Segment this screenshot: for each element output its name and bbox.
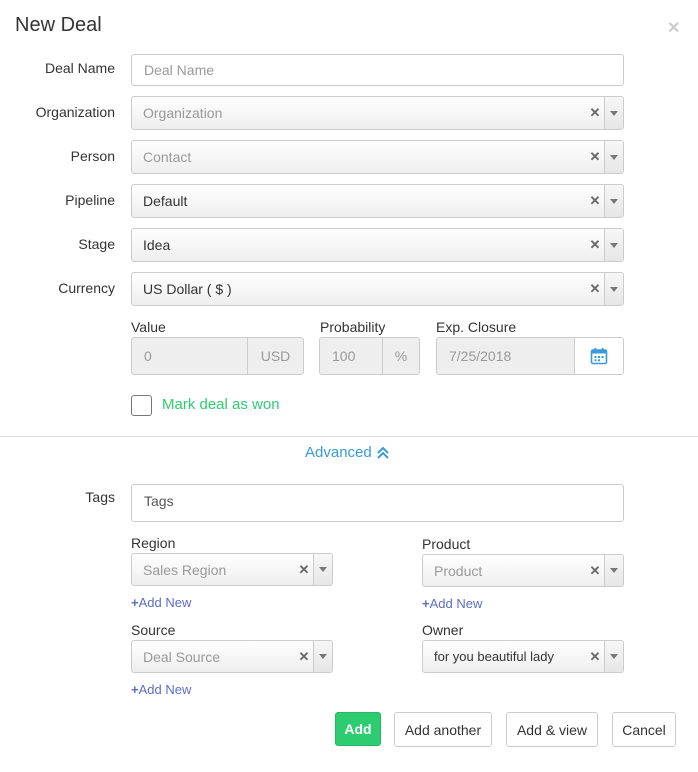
- probability-label: Probability: [320, 319, 386, 335]
- chevron-down-icon[interactable]: [313, 554, 332, 585]
- add-another-button[interactable]: Add another: [394, 712, 492, 747]
- source-select[interactable]: Deal Source ✕: [131, 640, 333, 673]
- value-input[interactable]: 0: [131, 337, 248, 375]
- organization-label: Organization: [35, 104, 115, 120]
- plus-icon: +: [422, 596, 430, 611]
- chevron-down-icon[interactable]: [604, 185, 623, 217]
- clear-icon[interactable]: ✕: [586, 105, 604, 121]
- person-select[interactable]: Contact ✕: [131, 140, 624, 174]
- chevron-down-icon[interactable]: [604, 141, 623, 173]
- exp-closure-input[interactable]: 7/25/2018: [436, 337, 576, 375]
- exp-closure-label: Exp. Closure: [436, 319, 517, 335]
- exp-closure-text: 7/25/2018: [449, 348, 512, 364]
- clear-icon[interactable]: ✕: [295, 649, 313, 665]
- clear-icon[interactable]: ✕: [586, 237, 604, 253]
- product-add-new-link[interactable]: +Add New: [422, 596, 482, 611]
- plus-icon: +: [131, 682, 139, 697]
- clear-icon[interactable]: ✕: [586, 649, 604, 665]
- deal-name-label: Deal Name: [44, 60, 115, 76]
- probability-input[interactable]: 100: [319, 337, 383, 375]
- value-text: 0: [144, 348, 152, 364]
- pipeline-select[interactable]: Default ✕: [131, 184, 624, 218]
- deal-name-input[interactable]: Deal Name: [131, 54, 624, 86]
- pipeline-value: Default: [143, 193, 188, 209]
- organization-placeholder: Organization: [143, 105, 223, 121]
- source-placeholder: Deal Source: [143, 648, 221, 665]
- chevron-down-icon[interactable]: [604, 229, 623, 261]
- person-placeholder: Contact: [143, 149, 192, 165]
- person-label: Person: [70, 148, 115, 164]
- product-label: Product: [422, 536, 471, 552]
- pipeline-label: Pipeline: [65, 192, 115, 208]
- value-currency-addon: USD: [247, 337, 304, 375]
- region-placeholder: Sales Region: [143, 561, 227, 578]
- calendar-button[interactable]: [574, 337, 624, 375]
- calendar-icon: [590, 347, 608, 365]
- region-add-new-link[interactable]: +Add New: [131, 595, 191, 610]
- stage-value: Idea: [143, 237, 171, 253]
- product-select[interactable]: Product ✕: [422, 554, 624, 587]
- probability-percent-addon: %: [382, 337, 420, 375]
- plus-icon: +: [131, 595, 139, 610]
- source-label: Source: [131, 622, 176, 638]
- tags-input[interactable]: Tags: [131, 484, 624, 522]
- advanced-label: Advanced: [305, 444, 372, 461]
- clear-icon[interactable]: ✕: [586, 281, 604, 297]
- clear-icon[interactable]: ✕: [586, 193, 604, 209]
- currency-select[interactable]: US Dollar ( $ ) ✕: [131, 272, 624, 306]
- currency-label: Currency: [58, 280, 115, 296]
- chevron-down-icon[interactable]: [313, 641, 332, 672]
- stage-select[interactable]: Idea ✕: [131, 228, 624, 262]
- tags-placeholder: Tags: [144, 493, 174, 509]
- owner-label: Owner: [422, 622, 464, 638]
- advanced-toggle[interactable]: Advanced: [305, 444, 390, 461]
- value-label: Value: [131, 319, 166, 335]
- owner-value: for you beautiful lady: [434, 649, 554, 664]
- product-add-new-label: Add New: [429, 596, 483, 611]
- product-placeholder: Product: [434, 562, 483, 579]
- close-icon[interactable]: ✕: [667, 18, 680, 38]
- add-button[interactable]: Add: [335, 712, 381, 746]
- clear-icon[interactable]: ✕: [295, 562, 313, 578]
- region-add-new-label: Add New: [138, 595, 192, 610]
- clear-icon[interactable]: ✕: [586, 563, 604, 579]
- stage-label: Stage: [78, 236, 115, 252]
- chevron-down-icon[interactable]: [604, 97, 623, 129]
- deal-name-placeholder: Deal Name: [144, 62, 215, 78]
- clear-icon[interactable]: ✕: [586, 149, 604, 165]
- cancel-button[interactable]: Cancel: [612, 712, 676, 747]
- double-chevron-up-icon: [377, 446, 389, 459]
- mark-won-label[interactable]: Mark deal as won: [162, 396, 280, 413]
- dialog-title: New Deal: [15, 14, 102, 36]
- organization-select[interactable]: Organization ✕: [131, 96, 624, 130]
- region-select[interactable]: Sales Region ✕: [131, 553, 333, 586]
- chevron-down-icon[interactable]: [604, 555, 623, 586]
- source-add-new-label: Add New: [138, 682, 192, 697]
- region-label: Region: [131, 535, 176, 551]
- currency-value: US Dollar ( $ ): [143, 281, 232, 297]
- section-divider: [0, 436, 698, 437]
- probability-text: 100: [332, 348, 356, 364]
- source-add-new-link[interactable]: +Add New: [131, 682, 191, 697]
- tags-label: Tags: [85, 489, 115, 505]
- chevron-down-icon[interactable]: [604, 273, 623, 305]
- add-and-view-button[interactable]: Add & view: [506, 712, 598, 747]
- owner-select[interactable]: for you beautiful lady ✕: [422, 640, 624, 673]
- chevron-down-icon[interactable]: [604, 641, 623, 672]
- mark-won-checkbox[interactable]: [131, 395, 152, 416]
